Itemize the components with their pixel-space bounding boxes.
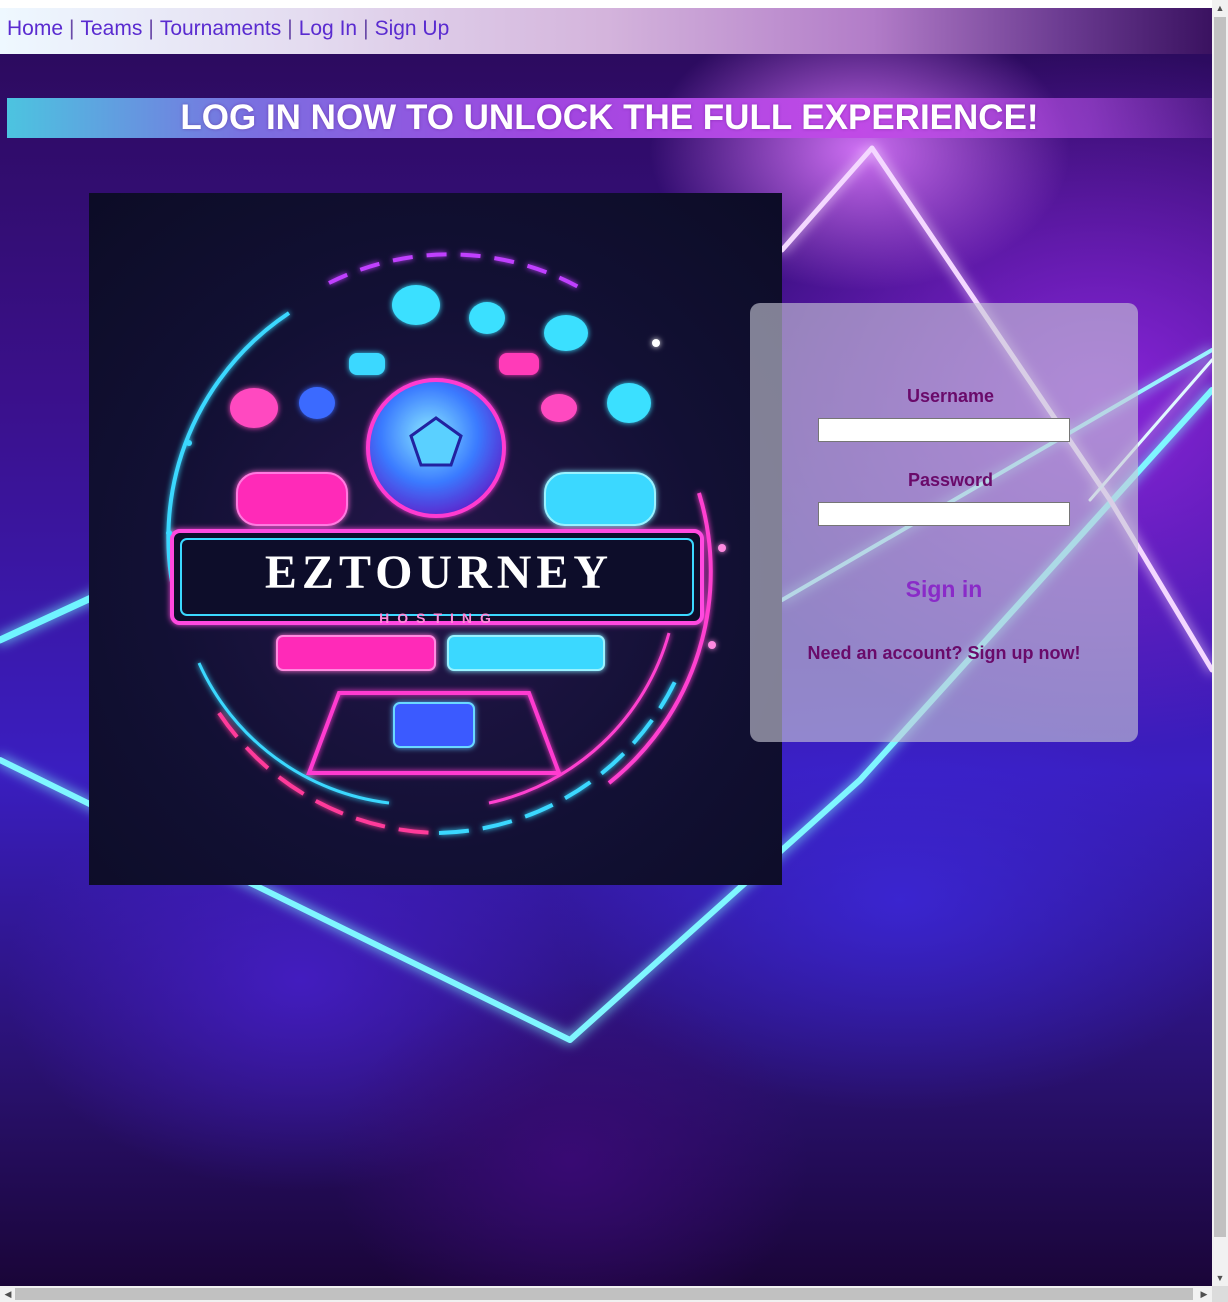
vertical-scroll-thumb[interactable]: [1214, 17, 1226, 1237]
password-input[interactable]: [818, 502, 1070, 526]
eztourney-logo-image: EZTOURNEY HOSTING: [89, 193, 782, 885]
scroll-up-icon[interactable]: ▲: [1212, 0, 1228, 16]
logo-sub-text: HOSTING: [379, 610, 499, 626]
nav-teams-link[interactable]: Teams: [81, 17, 143, 40]
username-input[interactable]: [818, 418, 1070, 442]
signup-now-link[interactable]: Sign up now!: [968, 643, 1081, 663]
signup-prompt-line: Need an account? Sign up now!: [750, 643, 1138, 664]
top-strip: [0, 0, 1212, 8]
scroll-right-icon[interactable]: ▶: [1196, 1286, 1212, 1302]
nav-separator: |: [287, 17, 293, 40]
nav-home-link[interactable]: Home: [7, 17, 63, 40]
nav-login-link[interactable]: Log In: [299, 17, 357, 40]
banner-heading: LOG IN NOW TO UNLOCK THE FULL EXPERIENCE…: [180, 98, 1039, 137]
top-nav: Home | Teams | Tournaments | Log In | Sign Up: [0, 8, 1212, 54]
horizontal-scroll-thumb[interactable]: [15, 1288, 1193, 1300]
hero-banner: LOG IN NOW TO UNLOCK THE FULL EXPERIENCE…: [7, 98, 1212, 138]
nav-separator: |: [69, 17, 75, 40]
username-label: Username: [906, 386, 995, 406]
scroll-down-icon[interactable]: ▼: [1212, 1270, 1228, 1286]
signin-button[interactable]: Sign in: [750, 575, 1138, 604]
nav-signup-link[interactable]: Sign Up: [375, 17, 450, 40]
vertical-scrollbar[interactable]: ▲ ▼: [1212, 0, 1228, 1286]
logo-artwork: EZTOURNEY HOSTING: [166, 252, 726, 835]
login-card: Username Password Sign in Need an accoun…: [750, 303, 1138, 742]
signup-prompt-text: Need an account?: [807, 643, 963, 663]
horizontal-scrollbar[interactable]: ◀ ▶: [0, 1286, 1212, 1302]
scrollbar-corner: [1212, 1286, 1228, 1302]
nav-tournaments-link[interactable]: Tournaments: [160, 17, 281, 40]
password-label: Password: [907, 470, 994, 490]
page-viewport: Home | Teams | Tournaments | Log In | Sign Up LO…: [0, 0, 1212, 1286]
nav-separator: |: [148, 17, 154, 40]
scroll-left-icon[interactable]: ◀: [0, 1286, 16, 1302]
nav-separator: |: [363, 17, 369, 40]
logo-brand-text: EZTOURNEY: [265, 546, 613, 599]
